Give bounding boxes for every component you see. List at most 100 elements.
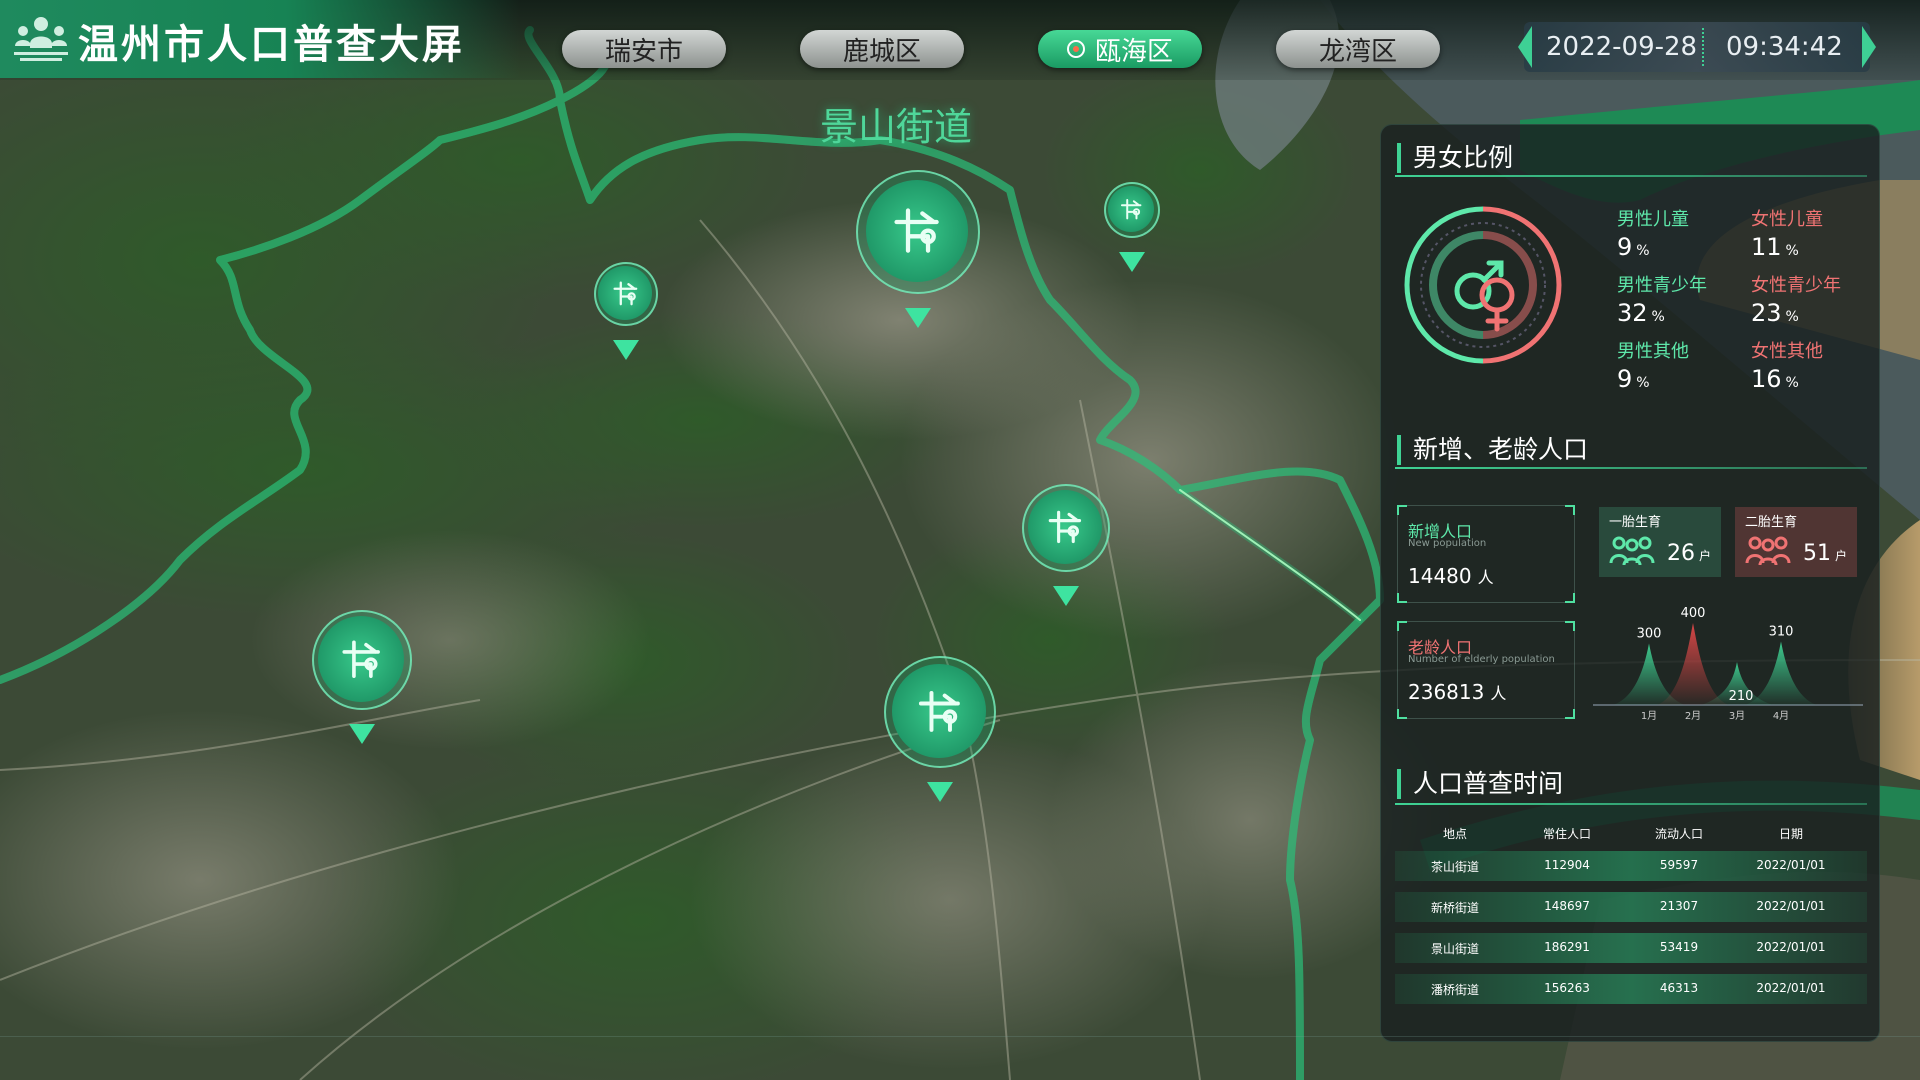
marker-pointer bbox=[613, 340, 639, 360]
elderly-population-sublabel: Number of elderly population bbox=[1408, 654, 1555, 665]
value-number: 236813 bbox=[1408, 680, 1485, 704]
current-date: 2022-09-28 bbox=[1546, 32, 1698, 62]
table-cell: 2022/01/01 bbox=[1756, 981, 1826, 995]
marker-core bbox=[598, 266, 652, 320]
map-marker[interactable] bbox=[884, 656, 996, 818]
table-row[interactable]: 茶山街道 112904 59597 2022/01/01 bbox=[1395, 851, 1867, 881]
table-cell: 46313 bbox=[1659, 981, 1699, 995]
first-birth-label: 一胎生育 bbox=[1609, 515, 1662, 530]
section-divider bbox=[1395, 175, 1867, 177]
map-marker[interactable] bbox=[1104, 182, 1160, 288]
network-node-icon bbox=[342, 640, 380, 678]
ratio-label: 女性青少年 bbox=[1751, 275, 1841, 296]
first-birth-card: 一胎生育 26 户 bbox=[1599, 507, 1721, 577]
gender-symbol-icon bbox=[1454, 260, 1515, 332]
table-cell: 59597 bbox=[1659, 858, 1699, 872]
value-unit: % bbox=[1636, 243, 1650, 259]
selected-street-label: 景山街道 bbox=[820, 105, 973, 149]
chart-data-label: 400 bbox=[1681, 606, 1706, 621]
tab-lucheng[interactable]: 鹿城区 bbox=[800, 30, 964, 68]
corner-mark bbox=[1397, 709, 1407, 719]
elderly-population-value: 236813 人 bbox=[1408, 680, 1506, 704]
chart-tick-label: 1月 bbox=[1641, 710, 1657, 722]
value-unit: % bbox=[1636, 375, 1650, 391]
value-number: 9 bbox=[1617, 365, 1633, 393]
value-unit: 人 bbox=[1490, 684, 1507, 703]
gender-ratio-title: 男女比例 bbox=[1397, 143, 1513, 173]
section-divider bbox=[1395, 467, 1867, 469]
chart-data-label: 300 bbox=[1637, 627, 1662, 642]
ratio-item-male: 男性儿童 9% bbox=[1617, 205, 1689, 261]
current-time: 09:34:42 bbox=[1726, 32, 1843, 62]
ratio-label: 男性青少年 bbox=[1617, 275, 1707, 296]
population-title: 新增、老龄人口 bbox=[1397, 435, 1588, 465]
tab-label: 瓯海区 bbox=[1094, 36, 1173, 67]
ratio-value: 32% bbox=[1617, 299, 1707, 327]
section-divider bbox=[1395, 803, 1867, 805]
chart-tick-label: 2月 bbox=[1685, 710, 1701, 722]
table-cell: 景山街道 bbox=[1430, 942, 1479, 956]
table-row[interactable]: 新桥街道 148697 21307 2022/01/01 bbox=[1395, 892, 1867, 922]
ratio-item-male: 男性其他 9% bbox=[1617, 337, 1689, 393]
table-cell: 茶山街道 bbox=[1430, 860, 1479, 874]
divider bbox=[1702, 28, 1704, 66]
corner-mark bbox=[1565, 709, 1575, 719]
ratio-item-male: 男性青少年 32% bbox=[1617, 271, 1707, 327]
value-number: 26 bbox=[1667, 541, 1695, 566]
chart-data-label: 310 bbox=[1769, 624, 1794, 639]
second-birth-value: 51 户 bbox=[1803, 541, 1847, 566]
chart-data-label: 210 bbox=[1729, 689, 1754, 704]
marker-pointer bbox=[927, 782, 953, 802]
tab-ruian[interactable]: 瑞安市 bbox=[562, 30, 726, 68]
marker-pointer bbox=[1119, 252, 1145, 272]
value-number: 16 bbox=[1751, 365, 1782, 393]
marker-core bbox=[318, 616, 404, 702]
table-cell: 2022/01/01 bbox=[1756, 940, 1826, 954]
ratio-item-female: 女性儿童 11% bbox=[1751, 205, 1823, 261]
tab-ouhai[interactable]: 瓯海区 bbox=[1038, 30, 1202, 68]
stats-panel: 男女比例 男性儿童 9% 女性儿童 11% 男性青少年 32% 女性青少年 23% 男性其他 9%… bbox=[1380, 124, 1880, 1042]
tab-longwan[interactable]: 龙湾区 bbox=[1276, 30, 1440, 68]
network-node-icon bbox=[613, 281, 637, 305]
elderly-population-card: 老龄人口 Number of elderly population 236813… bbox=[1397, 621, 1575, 719]
chart-peak bbox=[1745, 641, 1817, 705]
footer-divider bbox=[0, 1036, 1920, 1037]
table-cell: 潘桥街道 bbox=[1430, 983, 1479, 997]
table-row[interactable]: 景山街道 186291 53419 2022/01/01 bbox=[1395, 933, 1867, 963]
corner-mark bbox=[1397, 593, 1407, 603]
map-marker[interactable] bbox=[1022, 484, 1110, 622]
ratio-value: 9% bbox=[1617, 365, 1689, 393]
title-banner: 温州市人口普查大屏 bbox=[0, 0, 520, 78]
ratio-label: 男性儿童 bbox=[1617, 209, 1689, 230]
value-number: 51 bbox=[1803, 541, 1831, 566]
datetime-display: 2022-09-28 09:34:42 bbox=[1518, 22, 1876, 72]
table-row[interactable]: 潘桥街道 156263 46313 2022/01/01 bbox=[1395, 974, 1867, 1004]
second-birth-card: 二胎生育 51 户 bbox=[1735, 507, 1857, 577]
value-unit: % bbox=[1785, 243, 1799, 259]
table-cell: 148697 bbox=[1544, 899, 1590, 913]
network-node-icon bbox=[1048, 510, 1082, 544]
table-header-cell: 常住人口 bbox=[1542, 827, 1591, 841]
network-node-icon bbox=[918, 690, 960, 732]
ratio-value: 16% bbox=[1751, 365, 1823, 393]
map-marker[interactable] bbox=[312, 610, 412, 760]
marker-core bbox=[1028, 490, 1102, 564]
marker-pointer bbox=[1053, 586, 1079, 606]
chart-tick-label: 3月 bbox=[1729, 710, 1745, 722]
map-marker[interactable] bbox=[856, 170, 980, 344]
value-number: 14480 bbox=[1408, 564, 1472, 588]
value-unit: % bbox=[1785, 309, 1799, 325]
chart-tick-label: 4月 bbox=[1773, 710, 1789, 722]
corner-mark bbox=[1397, 505, 1407, 515]
new-population-value: 14480 人 bbox=[1408, 564, 1494, 588]
marker-core bbox=[866, 180, 968, 282]
map-marker[interactable] bbox=[594, 262, 658, 376]
value-number: 9 bbox=[1617, 233, 1633, 261]
table-cell: 156263 bbox=[1544, 981, 1590, 995]
ratio-label: 女性其他 bbox=[1751, 341, 1823, 362]
table-cell: 112904 bbox=[1544, 858, 1590, 872]
population-logo-icon bbox=[14, 17, 68, 61]
value-unit: 户 bbox=[1835, 549, 1848, 563]
value-unit: % bbox=[1651, 309, 1665, 325]
value-number: 32 bbox=[1617, 299, 1648, 327]
